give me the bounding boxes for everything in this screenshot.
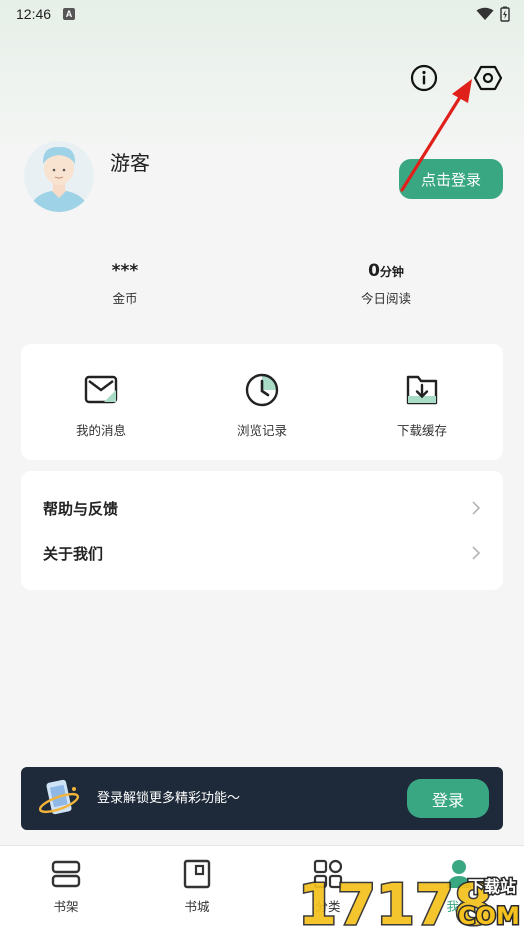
battery-icon [500, 6, 510, 22]
quick-item-label: 浏览记录 [236, 423, 287, 438]
tab-bookshelf[interactable]: 书架 [26, 858, 106, 915]
menu-item-label: 帮助与反馈 [43, 499, 119, 518]
reading-label: 今日阅读 [360, 291, 411, 306]
quick-item-label: 下载缓存 [396, 423, 447, 438]
quick-item-history[interactable]: 浏览记录 [202, 372, 322, 439]
download-folder-icon [406, 375, 438, 405]
reading-value-row: 0分钟 [306, 260, 466, 282]
coins-value: *** [111, 261, 139, 281]
login-button[interactable]: 点击登录 [399, 159, 503, 199]
chevron-right-icon [472, 546, 481, 560]
watermark-tag: 下载站 [468, 877, 516, 896]
status-time: 12:46 [16, 6, 52, 22]
notification-badge: A [63, 8, 76, 20]
tab-bookstore[interactable]: 书城 [157, 858, 237, 915]
chevron-right-icon [472, 501, 481, 515]
history-clock-icon [245, 373, 279, 407]
info-icon[interactable] [409, 63, 439, 93]
banner-login-button[interactable]: 登录 [407, 779, 489, 818]
quick-actions-card: 我的消息 浏览记录 下载缓存 [21, 344, 503, 460]
quick-item-downloads[interactable]: 下载缓存 [362, 372, 482, 439]
reading-unit: 分钟 [379, 265, 404, 279]
banner-text: 登录解锁更多精彩功能～ [97, 791, 241, 806]
site-watermark: 17178 下载站 COM [297, 872, 522, 932]
bookshelf-icon [51, 860, 81, 888]
wifi-icon [476, 7, 494, 20]
settings-hexagon-icon[interactable] [473, 63, 503, 93]
menu-card: 帮助与反馈 关于我们 [21, 471, 503, 590]
quick-item-label: 我的消息 [75, 423, 126, 438]
menu-item-label: 关于我们 [43, 544, 104, 563]
coins-label: 金币 [112, 291, 138, 306]
menu-item-about-us[interactable]: 关于我们 [21, 533, 503, 573]
tab-label: 书架 [53, 899, 79, 914]
stat-coins[interactable]: *** 金币 [45, 260, 205, 307]
login-promo-banner: 登录解锁更多精彩功能～ 登录 [21, 767, 503, 830]
stat-reading-time[interactable]: 0分钟 今日阅读 [306, 260, 466, 307]
status-icons [476, 6, 510, 22]
phone-planet-illustration-icon [38, 779, 80, 815]
bookstore-icon [183, 859, 211, 889]
watermark-suffix: COM [458, 902, 520, 930]
reading-value: 0 [368, 261, 380, 281]
message-envelope-icon [84, 375, 118, 404]
username: 游客 [110, 151, 150, 175]
avatar-illustration-icon [24, 141, 94, 212]
tab-label: 书城 [184, 899, 210, 914]
quick-item-messages[interactable]: 我的消息 [41, 372, 161, 439]
menu-item-help-feedback[interactable]: 帮助与反馈 [21, 488, 503, 528]
avatar[interactable] [24, 140, 94, 212]
status-bar: 12:46 A [0, 0, 524, 28]
